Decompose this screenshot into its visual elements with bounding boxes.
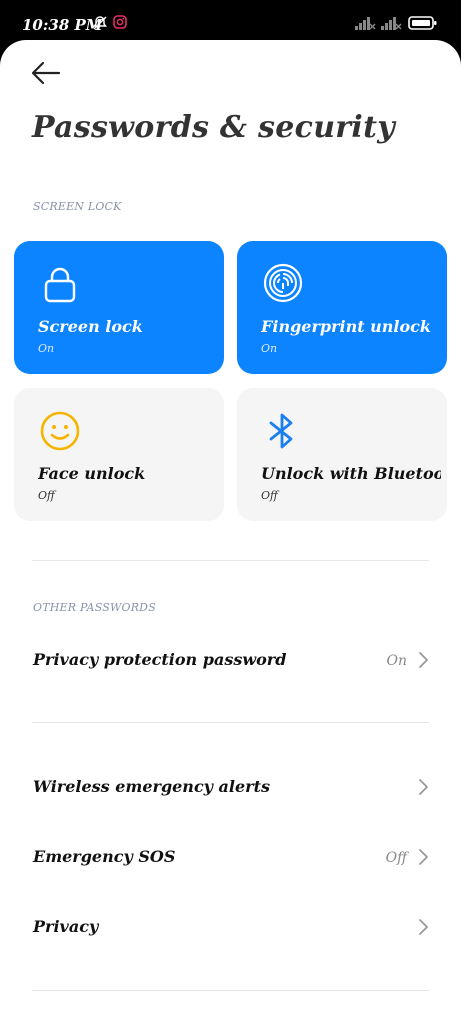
chevron-right-icon (419, 652, 428, 668)
chevron-right-icon (419, 919, 428, 935)
tile-fingerprint-unlock[interactable]: Fingerprint unlock On (237, 241, 447, 374)
lock-icon (44, 267, 76, 303)
tile-title: Unlock with Bluetooth (261, 464, 441, 483)
tile-status: On (38, 342, 55, 355)
tile-face-unlock[interactable]: Face unlock Off (14, 388, 224, 521)
tile-title: Screen lock (38, 317, 143, 336)
tile-status: Off (261, 489, 278, 502)
instagram-icon (113, 15, 127, 29)
section-label-screen-lock: SCREEN LOCK (33, 200, 122, 213)
tile-title: Face unlock (38, 464, 146, 483)
row-value: Off (385, 850, 407, 866)
smiley-face-icon (40, 411, 80, 451)
tile-bluetooth-unlock[interactable]: Unlock with Bluetooth Off (237, 388, 447, 521)
bluetooth-icon (269, 413, 293, 449)
tile-status: Off (38, 489, 55, 502)
arrow-left-icon[interactable] (28, 58, 64, 88)
chevron-right-icon (419, 849, 428, 865)
divider (32, 560, 429, 561)
status-time: 10:38 PM (22, 16, 103, 34)
chevron-right-icon (419, 779, 428, 795)
tile-screen-lock[interactable]: Screen lock On (14, 241, 224, 374)
divider (32, 722, 429, 723)
tile-title: Fingerprint unlock (261, 317, 431, 336)
row-label: Privacy (33, 917, 99, 936)
row-emergency-sos[interactable]: Emergency SOS Off (0, 827, 461, 887)
page-title: Passwords & security (32, 110, 395, 145)
row-value: On (386, 653, 408, 669)
battery-icon (408, 16, 437, 30)
signal-icon (381, 17, 402, 30)
row-label: Emergency SOS (33, 847, 176, 866)
divider (32, 990, 429, 991)
fingerprint-icon (263, 263, 303, 303)
tile-status: On (261, 342, 278, 355)
row-wireless-emergency-alerts[interactable]: Wireless emergency alerts (0, 757, 461, 817)
row-label: Wireless emergency alerts (33, 777, 270, 796)
section-label-other-passwords: OTHER PASSWORDS (33, 601, 156, 614)
row-privacy-protection-password[interactable]: Privacy protection password On (0, 630, 461, 690)
notifications-muted-icon (93, 16, 107, 30)
signal-icon (355, 17, 376, 30)
row-label: Privacy protection password (33, 650, 287, 669)
settings-sheet: Passwords & security SCREEN LOCK Screen … (0, 40, 461, 1024)
row-privacy[interactable]: Privacy (0, 897, 461, 957)
